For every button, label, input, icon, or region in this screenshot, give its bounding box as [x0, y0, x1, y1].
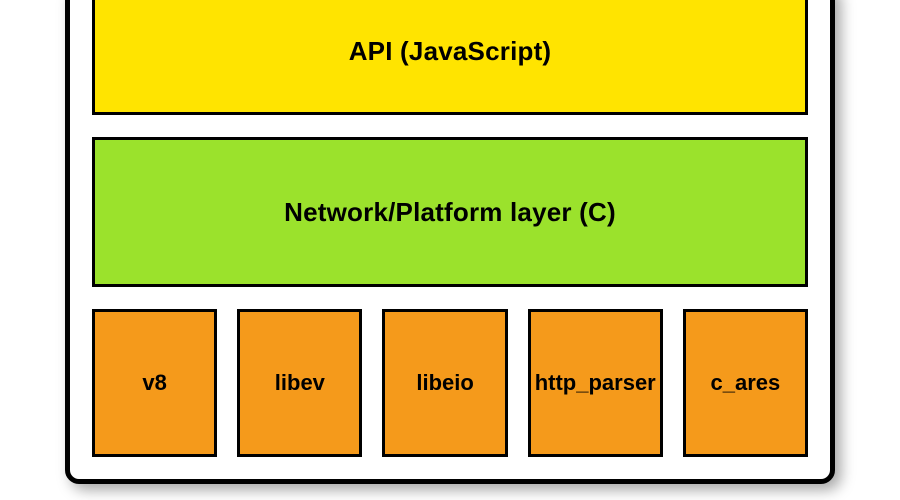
libraries-row: v8 libev libeio http_parser c_ares — [92, 309, 808, 457]
lib-label: libeio — [416, 370, 473, 396]
network-platform-layer: Network/Platform layer (C) — [92, 137, 808, 287]
lib-box-v8: v8 — [92, 309, 217, 457]
lib-box-http-parser: http_parser — [528, 309, 663, 457]
lib-label: libev — [275, 370, 325, 396]
lib-box-libev: libev — [237, 309, 362, 457]
lib-label: c_ares — [710, 370, 780, 396]
architecture-card: API (JavaScript) Network/Platform layer … — [65, 0, 835, 484]
lib-label: v8 — [142, 370, 166, 396]
lib-box-c-ares: c_ares — [683, 309, 808, 457]
api-layer-label: API (JavaScript) — [349, 36, 552, 67]
lib-label: http_parser — [535, 370, 656, 396]
network-platform-layer-label: Network/Platform layer (C) — [284, 197, 616, 228]
api-layer: API (JavaScript) — [92, 0, 808, 115]
diagram-stage: API (JavaScript) Network/Platform layer … — [0, 0, 900, 500]
lib-box-libeio: libeio — [382, 309, 507, 457]
